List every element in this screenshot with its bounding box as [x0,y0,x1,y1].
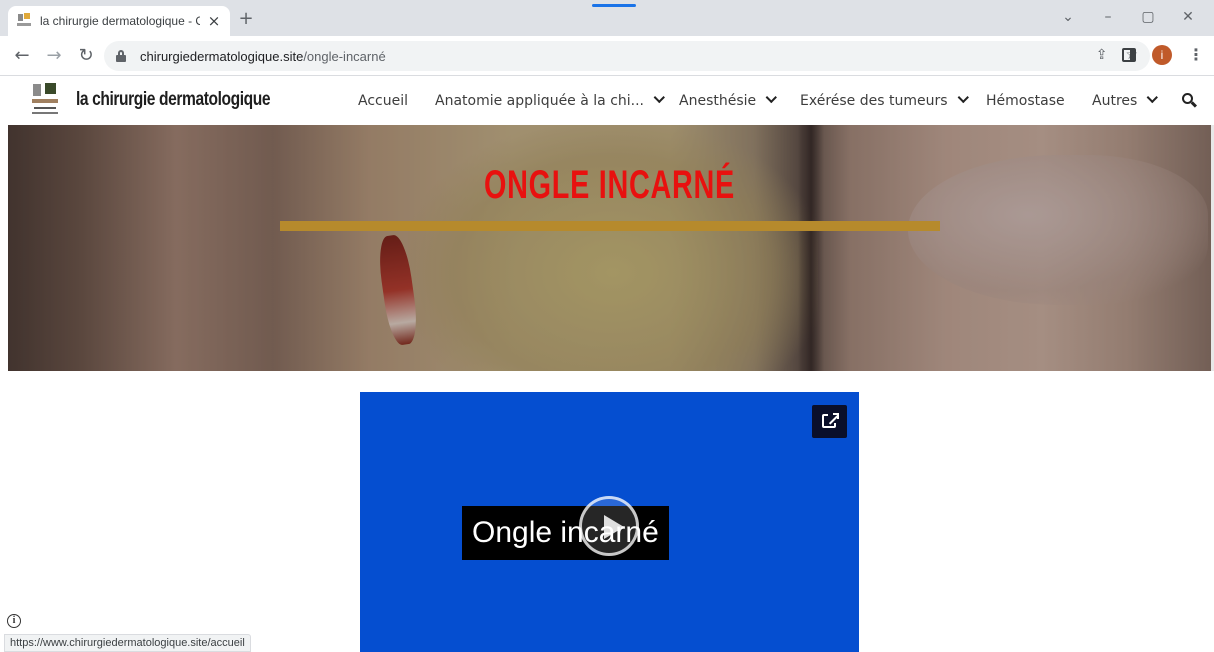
address-bar[interactable]: chirurgiedermatologique.site/ongle-incar… [104,41,1150,71]
site-header: la chirurgie dermatologique Accueil Anat… [0,77,1214,125]
nav-label: Autres [1092,93,1138,109]
url-path: /ongle-incarné [303,48,386,64]
info-icon[interactable]: i [7,614,21,628]
side-panel-icon[interactable] [1122,48,1136,62]
share-icon[interactable]: ⇪ [1096,47,1108,63]
back-arrow-icon[interactable]: ← [12,46,32,66]
tab-title: la chirurgie dermatologique - O [40,14,200,28]
restore-icon[interactable]: ▢ [1128,6,1168,28]
chevron-down-icon[interactable] [765,91,778,104]
tab-search-indicator [592,4,636,7]
nav-item-accueil[interactable]: Accueil [358,93,408,109]
nav-item-hemostase[interactable]: Hémostase [986,93,1065,109]
url-text[interactable]: chirurgiedermatologique.site/ongle-incar… [140,49,386,64]
chevron-down-icon[interactable] [1146,91,1159,104]
profile-avatar[interactable]: i [1152,45,1172,65]
browser-tab-strip: la chirurgie dermatologique - O × + ⌄ – … [0,0,1214,36]
site-title[interactable]: la chirurgie dermatologique [76,89,271,111]
nav-label: Hémostase [986,93,1065,109]
nav-label: Anesthésie [679,93,757,109]
window-controls: ⌄ – ▢ ✕ [1048,6,1208,28]
close-window-icon[interactable]: ✕ [1168,6,1208,28]
browser-toolbar: ← → ↻ chirurgiedermatologique.site/ongle… [0,36,1214,76]
nav-item-anatomie[interactable]: Anatomie appliquée à la chi... [435,91,665,109]
nav-item-exerese[interactable]: Exérése des tumeurs [800,91,969,109]
nav-item-autres[interactable]: Autres [1092,91,1159,109]
forward-arrow-icon[interactable]: → [44,46,64,66]
search-icon[interactable] [1182,93,1198,108]
tab-search-icon[interactable]: ⌄ [1048,6,1088,28]
title-divider [280,221,940,231]
hero-banner: ONGLE INCARNÉ [8,125,1211,371]
close-tab-icon[interactable]: × [206,13,222,29]
browser-tab[interactable]: la chirurgie dermatologique - O × [8,6,230,36]
hero-overlay [8,125,1211,371]
site-logo[interactable] [32,83,58,117]
new-tab-button[interactable]: + [236,10,256,30]
favicon-icon [16,13,32,29]
nav-label: Anatomie appliquée à la chi... [435,93,645,109]
chevron-down-icon[interactable] [653,91,665,104]
reload-icon[interactable]: ↻ [76,46,96,66]
nav-label: Accueil [358,93,408,109]
external-link-icon[interactable] [812,405,847,438]
video-player[interactable]: Ongle incarné [360,392,859,652]
menu-kebab-icon[interactable]: ⋮ [1188,47,1204,63]
nav-item-anesthesie[interactable]: Anesthésie [679,91,778,109]
page-title: ONGLE INCARNÉ [484,163,735,207]
lock-icon[interactable] [116,50,126,62]
nav-label: Exérése des tumeurs [800,93,948,109]
play-icon[interactable] [579,496,639,556]
minimize-icon[interactable]: – [1088,6,1128,28]
chevron-down-icon[interactable] [957,91,969,104]
url-host: chirurgiedermatologique.site [140,48,304,64]
status-bar-url: https://www.chirurgiedermatologique.site… [4,634,251,652]
